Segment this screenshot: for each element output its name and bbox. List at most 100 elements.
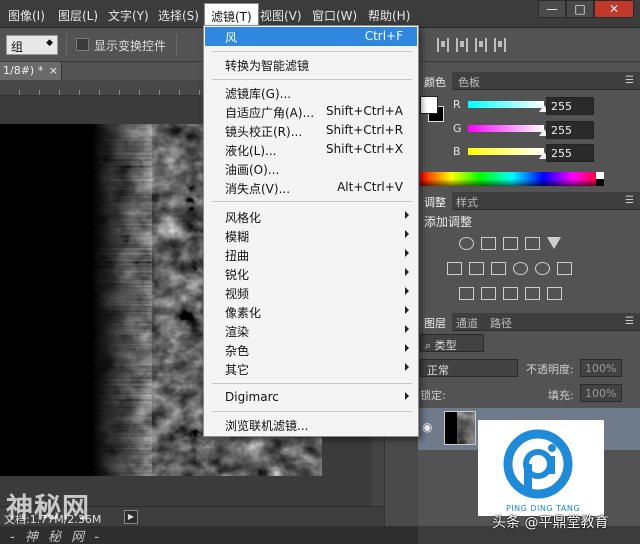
tab-layers[interactable]: 图层 [418, 313, 452, 331]
submenu-arrow-icon [405, 211, 409, 219]
color-balance-icon[interactable] [469, 262, 484, 275]
menu-item-lens-correction[interactable]: 镜头校正(R)... Shift+Ctrl+R [205, 121, 417, 140]
show-transform-checkbox[interactable] [76, 38, 89, 51]
menu-item-video[interactable]: 视频 [205, 283, 417, 302]
blend-mode-dropdown[interactable]: 正常 [420, 359, 518, 377]
document-tab-label: 1/8#) * [3, 64, 44, 77]
menu-item-label: 液化(L)... [225, 144, 277, 158]
brightness-icon[interactable] [459, 237, 474, 250]
brand-logo [478, 420, 604, 516]
tab-paths[interactable]: 路径 [484, 313, 518, 331]
distribute-icon[interactable] [494, 38, 506, 52]
eye-icon[interactable]: ◉ [422, 420, 432, 434]
color-lookup-icon[interactable] [557, 262, 572, 275]
menu-divider [212, 411, 412, 412]
submenu-arrow-icon [405, 249, 409, 257]
menu-help[interactable]: 帮助(H) [368, 7, 410, 24]
menu-filter[interactable]: 滤镜(T) [204, 3, 259, 27]
color-panel-tabs: 颜色 色板 ☰ [418, 72, 640, 90]
menu-item-convert-smart-filter[interactable]: 转换为智能滤镜 [205, 55, 417, 74]
menu-item-vanishing-point[interactable]: 消失点(V)... Alt+Ctrl+V [205, 178, 417, 197]
adjustments-title: 添加调整 [424, 215, 473, 229]
input-b[interactable]: 255 [546, 144, 594, 162]
panel-menu-icon[interactable]: ☰ [625, 75, 634, 86]
close-icon[interactable]: × [49, 64, 58, 77]
menu-item-pixelate[interactable]: 像素化 [205, 302, 417, 321]
threshold-icon[interactable] [503, 287, 518, 300]
tab-styles[interactable]: 样式 [450, 192, 484, 210]
menu-view[interactable]: 视图(V) [260, 7, 302, 24]
photo-filter-icon[interactable] [513, 262, 528, 275]
foreground-color-swatch[interactable] [420, 96, 438, 114]
status-menu-button[interactable]: ▶ [124, 510, 138, 524]
distribute-icon[interactable] [475, 38, 487, 52]
tab-color[interactable]: 颜色 [418, 72, 452, 90]
color-spectrum[interactable] [420, 172, 604, 186]
watermark-text: 神秘网 [6, 493, 90, 524]
menu-item-oil-paint[interactable]: 油画(O)... [205, 159, 417, 178]
menu-item-shortcut: Alt+Ctrl+V [337, 180, 403, 194]
exposure-icon[interactable] [525, 237, 540, 250]
selective-color-icon[interactable] [547, 287, 562, 300]
menu-layer[interactable]: 图层(L) [58, 7, 98, 24]
menu-item-digimarc[interactable]: Digimarc [205, 388, 417, 407]
panel-menu-icon[interactable]: ☰ [625, 316, 634, 327]
distribute-icon[interactable] [456, 38, 468, 52]
menu-item-noise[interactable]: 杂色 [205, 340, 417, 359]
menu-item-label: 锐化 [225, 268, 250, 282]
menu-item-stylize[interactable]: 风格化 [205, 207, 417, 226]
tab-swatches[interactable]: 色板 [452, 72, 486, 90]
curves-icon[interactable] [503, 237, 518, 250]
menu-divider [212, 201, 412, 202]
menu-item-distort[interactable]: 扭曲 [205, 245, 417, 264]
auto-select-dropdown[interactable]: 组 ◆ [6, 35, 58, 55]
gradient-map-icon[interactable] [525, 287, 540, 300]
menu-item-filter-gallery[interactable]: 滤镜库(G)... [205, 83, 417, 102]
slider-g[interactable] [468, 125, 544, 132]
menu-type[interactable]: 文字(Y) [108, 7, 149, 24]
menu-item-liquify[interactable]: 液化(L)... Shift+Ctrl+X [205, 140, 417, 159]
input-g[interactable]: 255 [546, 121, 594, 139]
menu-select[interactable]: 选择(S) [158, 7, 199, 24]
menu-item-adaptive-wide-angle[interactable]: 自适应广角(A)... Shift+Ctrl+A [205, 102, 417, 121]
close-window-button[interactable]: ✕ [594, 0, 634, 18]
document-tab[interactable]: 1/8#) * × [0, 62, 62, 80]
tab-channels[interactable]: 通道 [450, 313, 484, 331]
menu-window[interactable]: 窗口(W) [312, 7, 357, 24]
search-icon: ⌕ [425, 339, 432, 352]
menu-item-blur[interactable]: 模糊 [205, 226, 417, 245]
menu-item-render[interactable]: 渲染 [205, 321, 417, 340]
submenu-arrow-icon [405, 268, 409, 276]
adjustments-panel-tabs: 调整 样式 ☰ [418, 192, 640, 210]
menu-item-shortcut: Ctrl+F [364, 29, 403, 43]
channel-mixer-icon[interactable] [535, 262, 550, 275]
black-white-icon[interactable] [491, 262, 506, 275]
menu-item-other[interactable]: 其它 [205, 359, 417, 378]
opacity-input[interactable]: 100% [580, 359, 622, 377]
fill-input[interactable]: 100% [580, 384, 622, 402]
slider-r[interactable] [468, 101, 544, 108]
pdt-logo-mark [503, 429, 573, 499]
tab-adjustments[interactable]: 调整 [418, 192, 452, 210]
minimize-button[interactable]: — [538, 0, 566, 18]
slider-b[interactable] [468, 148, 544, 155]
menu-image[interactable]: 图像(I) [8, 7, 45, 24]
menu-item-browse-online-filters[interactable]: 浏览联机滤镜... [205, 415, 417, 434]
levels-icon[interactable] [481, 237, 496, 250]
posterize-icon[interactable] [481, 287, 496, 300]
menu-item-label: 转换为智能滤镜 [225, 59, 310, 73]
layer-filter-kind-dropdown[interactable]: ⌕ 类型 [420, 334, 484, 352]
menu-divider [212, 51, 412, 52]
channel-label-g: G [453, 122, 462, 135]
menu-item-sharpen[interactable]: 锐化 [205, 264, 417, 283]
invert-icon[interactable] [459, 287, 474, 300]
input-r[interactable]: 255 [546, 97, 594, 115]
menu-item-wind[interactable]: 风 Ctrl+F [205, 27, 417, 46]
black-white-swatch[interactable] [596, 172, 604, 186]
panel-menu-icon[interactable]: ☰ [625, 195, 634, 206]
menu-item-label: 自适应广角(A)... [225, 106, 315, 120]
hue-saturation-icon[interactable] [447, 262, 462, 275]
maximize-button[interactable]: □ [566, 0, 594, 18]
distribute-icon[interactable] [437, 38, 449, 52]
vibrance-icon[interactable] [547, 237, 561, 249]
